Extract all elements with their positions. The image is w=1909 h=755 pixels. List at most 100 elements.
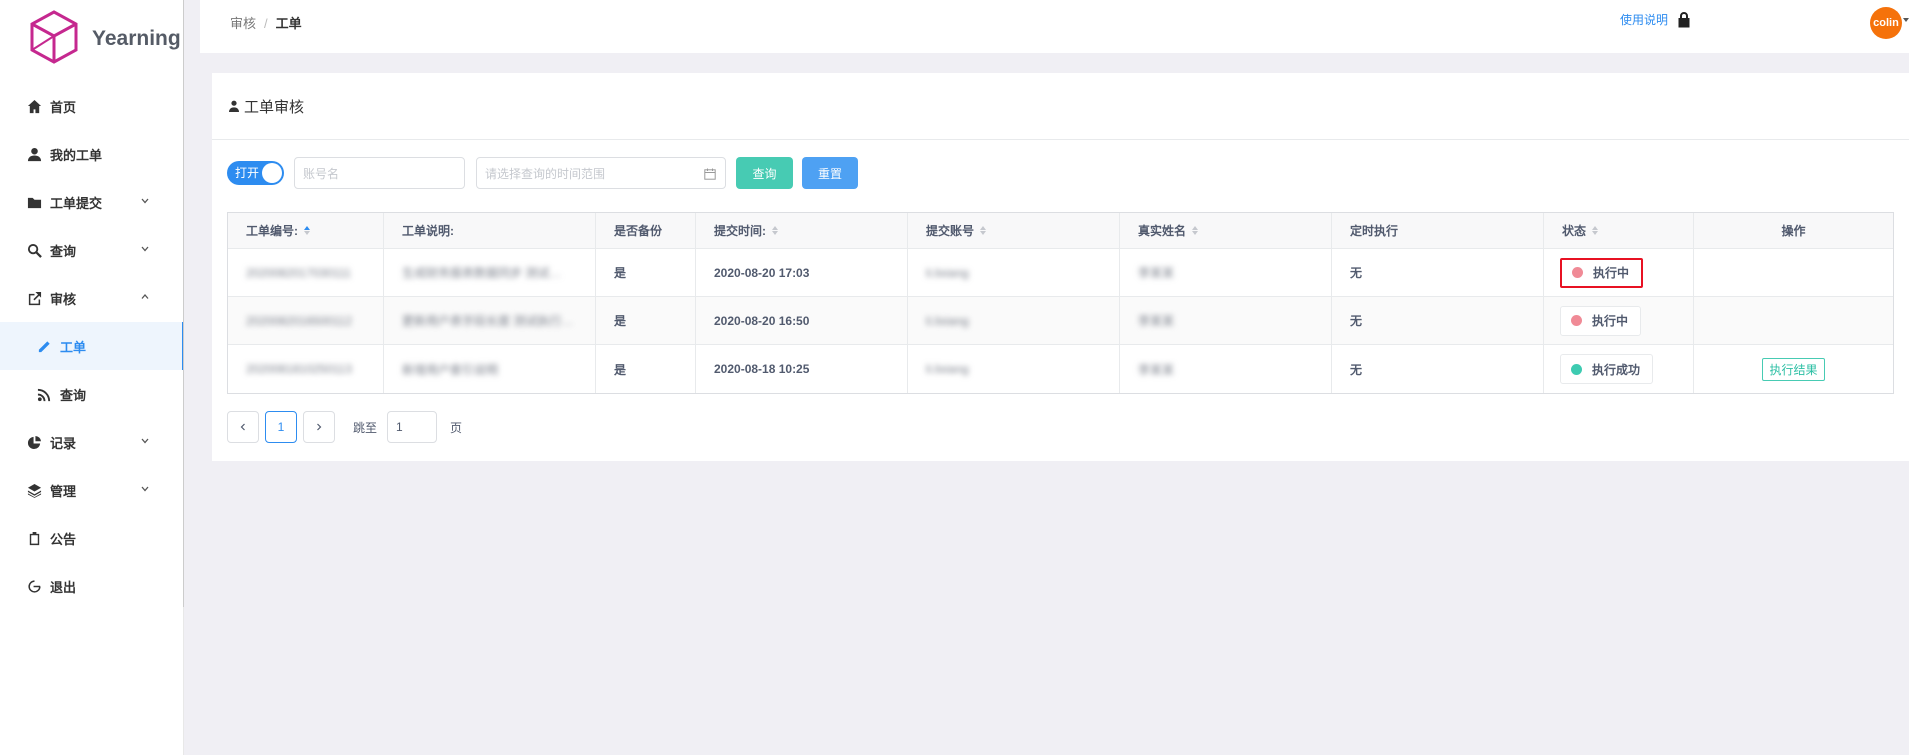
sidebar-item-my-orders[interactable]: 我的工单 bbox=[0, 130, 184, 178]
sidebar-item-label: 记录 bbox=[50, 435, 77, 451]
sidebar-item-query[interactable]: 查询 bbox=[0, 226, 184, 274]
column-header-time[interactable]: 提交时间: bbox=[696, 213, 908, 248]
status-dot bbox=[1571, 315, 1582, 326]
table-row[interactable]: 2020082016500112 更新用户表字段长度 测试执行… 是 2020-… bbox=[228, 297, 1893, 345]
table-row[interactable]: 2020082017030111 生成财务报表数据同步 测试… 是 2020-0… bbox=[228, 249, 1893, 297]
clipboard-icon bbox=[26, 530, 42, 546]
order-id: 2020081810250113 bbox=[246, 362, 352, 376]
column-label: 定时执行 bbox=[1350, 224, 1399, 238]
breadcrumb-item[interactable]: 审核 bbox=[230, 16, 256, 31]
order-scheduled: 无 bbox=[1350, 362, 1363, 377]
view-result-button[interactable]: 执行结果 bbox=[1762, 357, 1825, 381]
jump-page-input[interactable]: 1 bbox=[387, 411, 438, 443]
order-scheduled: 无 bbox=[1350, 266, 1363, 280]
layers-icon bbox=[26, 482, 42, 498]
search-icon bbox=[26, 242, 42, 258]
sort-icon[interactable] bbox=[980, 226, 987, 235]
order-time: 2020-08-20 16:50 bbox=[714, 313, 810, 328]
column-label: 是否备份 bbox=[614, 224, 663, 238]
status-text: 执行中 bbox=[1592, 314, 1629, 328]
status-dot bbox=[1571, 363, 1582, 375]
sidebar-item-manage[interactable]: 管理 bbox=[0, 466, 184, 514]
logo[interactable]: Yearning bbox=[28, 10, 181, 64]
card-title: 工单审核 bbox=[244, 98, 305, 116]
sort-icon[interactable] bbox=[772, 226, 778, 235]
page-label: 页 bbox=[450, 420, 463, 435]
lock-icon[interactable] bbox=[1677, 11, 1691, 28]
calendar-icon bbox=[704, 168, 716, 180]
folder-icon bbox=[26, 194, 42, 210]
sidebar-item-label: 公告 bbox=[50, 531, 77, 547]
sidebar-item-submit-order[interactable]: 工单提交 bbox=[0, 178, 184, 226]
column-label: 操作 bbox=[1781, 224, 1806, 238]
status-badge[interactable]: 执行中 bbox=[1560, 305, 1642, 336]
column-header-account[interactable]: 提交账号 bbox=[908, 213, 1120, 248]
order-time: 2020-08-20 17:03 bbox=[714, 265, 810, 280]
order-backup: 是 bbox=[614, 362, 627, 377]
chevron-right-icon bbox=[317, 423, 322, 431]
switch-label: 打开 bbox=[235, 166, 260, 180]
table-row[interactable]: 2020081810250113 新增用户索引说明 是 2020-08-18 1… bbox=[228, 345, 1893, 393]
order-desc: 更新用户表字段长度 测试执行… bbox=[402, 314, 574, 328]
pencil-icon bbox=[36, 338, 52, 354]
avatar[interactable]: colin bbox=[1870, 7, 1902, 39]
column-header-scheduled: 定时执行 bbox=[1332, 213, 1544, 248]
sidebar-item-audit-orders[interactable]: 工单 bbox=[0, 322, 184, 370]
prev-page-button[interactable] bbox=[227, 411, 259, 443]
column-header-status[interactable]: 状态 bbox=[1544, 213, 1694, 248]
audit-card: 工单审核 打开 账号名 请选择查询的时间范围 查询 重置 工单编号: 工单说明:… bbox=[212, 73, 1909, 461]
jump-label: 跳至 bbox=[353, 420, 378, 435]
caret-down-icon[interactable] bbox=[1903, 17, 1909, 23]
column-label: 提交时间: bbox=[714, 224, 766, 238]
query-button[interactable]: 查询 bbox=[736, 157, 793, 189]
sidebar-scrollbar[interactable] bbox=[183, 0, 184, 607]
logout-icon bbox=[26, 578, 42, 594]
column-label: 状态 bbox=[1562, 224, 1587, 238]
open-switch[interactable]: 打开 bbox=[227, 161, 284, 185]
rss-icon bbox=[36, 386, 52, 402]
sort-icon[interactable] bbox=[1592, 226, 1599, 235]
sidebar: Yearning 首页 我的工单 工单提交 查询 审核 工单 查询 记录 管理 … bbox=[0, 0, 184, 755]
account-input[interactable]: 账号名 bbox=[294, 157, 465, 189]
date-placeholder: 请选择查询的时间范围 bbox=[485, 166, 606, 181]
order-time: 2020-08-18 10:25 bbox=[714, 362, 810, 376]
date-range-input[interactable]: 请选择查询的时间范围 bbox=[476, 157, 726, 189]
status-badge[interactable]: 执行中 bbox=[1560, 257, 1644, 288]
logo-cube-icon bbox=[30, 10, 78, 64]
chevron-left-icon bbox=[240, 423, 245, 431]
status-text: 执行成功 bbox=[1592, 362, 1641, 377]
sort-icon[interactable] bbox=[304, 226, 310, 235]
user-icon bbox=[26, 146, 42, 162]
column-label: 提交账号 bbox=[926, 224, 975, 238]
page-button-current[interactable]: 1 bbox=[265, 411, 297, 443]
reset-button[interactable]: 重置 bbox=[802, 157, 858, 189]
sidebar-item-audit-query[interactable]: 查询 bbox=[0, 370, 184, 418]
sidebar-item-notice[interactable]: 公告 bbox=[0, 514, 184, 562]
order-backup: 是 bbox=[614, 266, 627, 280]
sidebar-item-logout[interactable]: 退出 bbox=[0, 562, 184, 610]
sidebar-item-audit[interactable]: 审核 bbox=[0, 274, 184, 322]
order-id: 2020082016500112 bbox=[246, 313, 352, 328]
chevron-down-icon bbox=[141, 198, 149, 204]
order-realname: 李某某 bbox=[1138, 266, 1175, 280]
column-header-realname[interactable]: 真实姓名 bbox=[1120, 213, 1332, 248]
next-page-button[interactable] bbox=[303, 411, 335, 443]
sidebar-item-label: 我的工单 bbox=[50, 147, 103, 163]
order-account: li.lixiang bbox=[926, 313, 969, 328]
order-desc: 生成财务报表数据同步 测试… bbox=[402, 266, 562, 280]
sidebar-item-home[interactable]: 首页 bbox=[0, 82, 184, 130]
sidebar-item-records[interactable]: 记录 bbox=[0, 418, 184, 466]
status-badge[interactable]: 执行成功 bbox=[1560, 354, 1654, 384]
username: colin bbox=[1873, 17, 1899, 29]
home-icon bbox=[26, 98, 42, 114]
help-link[interactable]: 使用说明 bbox=[1620, 11, 1668, 28]
column-header-id[interactable]: 工单编号: bbox=[228, 213, 384, 248]
header: 审核 / 工单 使用说明 colin bbox=[200, 0, 1909, 53]
sidebar-item-label: 工单提交 bbox=[50, 195, 103, 211]
column-label: 工单说明: bbox=[402, 224, 454, 238]
sort-icon[interactable] bbox=[1192, 226, 1199, 235]
order-id: 2020082017030111 bbox=[246, 265, 351, 280]
pagination: 1 跳至 1 页 bbox=[227, 411, 462, 443]
sidebar-item-label: 工单 bbox=[60, 339, 87, 355]
order-desc: 新增用户索引说明 bbox=[402, 362, 499, 377]
